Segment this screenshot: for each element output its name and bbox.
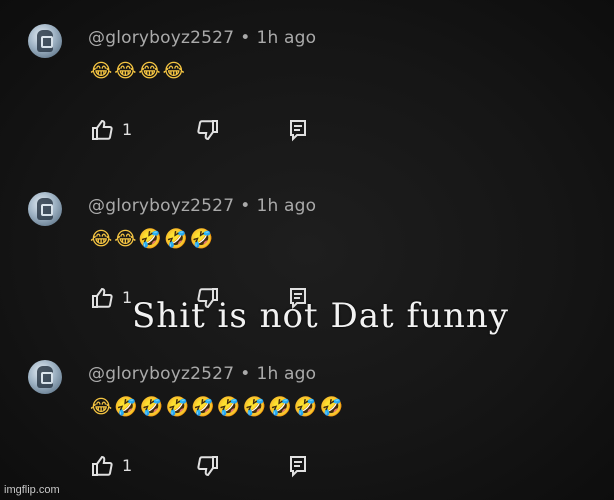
comment-header: @gloryboyz2527 • 1h ago xyxy=(88,28,316,48)
avatar[interactable] xyxy=(28,24,62,58)
timestamp: 1h ago xyxy=(256,28,317,48)
meme-frame: @gloryboyz2527 • 1h ago 😂😂😂😂 1 @gloryboyz2… xyxy=(0,0,614,500)
separator-dot: • xyxy=(240,364,251,384)
like-count: 1 xyxy=(122,288,133,307)
avatar[interactable] xyxy=(28,360,62,394)
separator-dot: • xyxy=(240,28,251,48)
comment-actions: 1 xyxy=(90,118,350,142)
avatar-figure xyxy=(37,198,53,220)
avatar-figure xyxy=(37,366,53,388)
comment-text: 😂😂🤣🤣🤣 xyxy=(90,228,216,250)
watermark: imgflip.com xyxy=(4,484,60,496)
username[interactable]: @gloryboyz2527 xyxy=(88,364,234,384)
reply-icon[interactable] xyxy=(286,118,310,142)
username[interactable]: @gloryboyz2527 xyxy=(88,28,234,48)
avatar-figure xyxy=(37,30,53,52)
thumbs-up-icon[interactable] xyxy=(90,286,114,310)
timestamp: 1h ago xyxy=(256,364,317,384)
username[interactable]: @gloryboyz2527 xyxy=(88,196,234,216)
like-count: 1 xyxy=(122,120,133,139)
avatar[interactable] xyxy=(28,192,62,226)
comment-actions: 1 xyxy=(90,454,350,478)
comment-header: @gloryboyz2527 • 1h ago xyxy=(88,364,316,384)
reply-icon[interactable] xyxy=(286,454,310,478)
meme-caption: Shit is not Dat funny xyxy=(132,296,509,336)
timestamp: 1h ago xyxy=(256,196,317,216)
thumbs-up-icon[interactable] xyxy=(90,118,114,142)
comment-text: 😂😂😂😂 xyxy=(90,60,187,82)
comment-header: @gloryboyz2527 • 1h ago xyxy=(88,196,316,216)
comment-text: 😂🤣🤣🤣🤣🤣🤣🤣🤣🤣 xyxy=(90,396,346,418)
thumbs-down-icon[interactable] xyxy=(196,118,220,142)
separator-dot: • xyxy=(240,196,251,216)
like-count: 1 xyxy=(122,456,133,475)
thumbs-down-icon[interactable] xyxy=(196,454,220,478)
thumbs-up-icon[interactable] xyxy=(90,454,114,478)
